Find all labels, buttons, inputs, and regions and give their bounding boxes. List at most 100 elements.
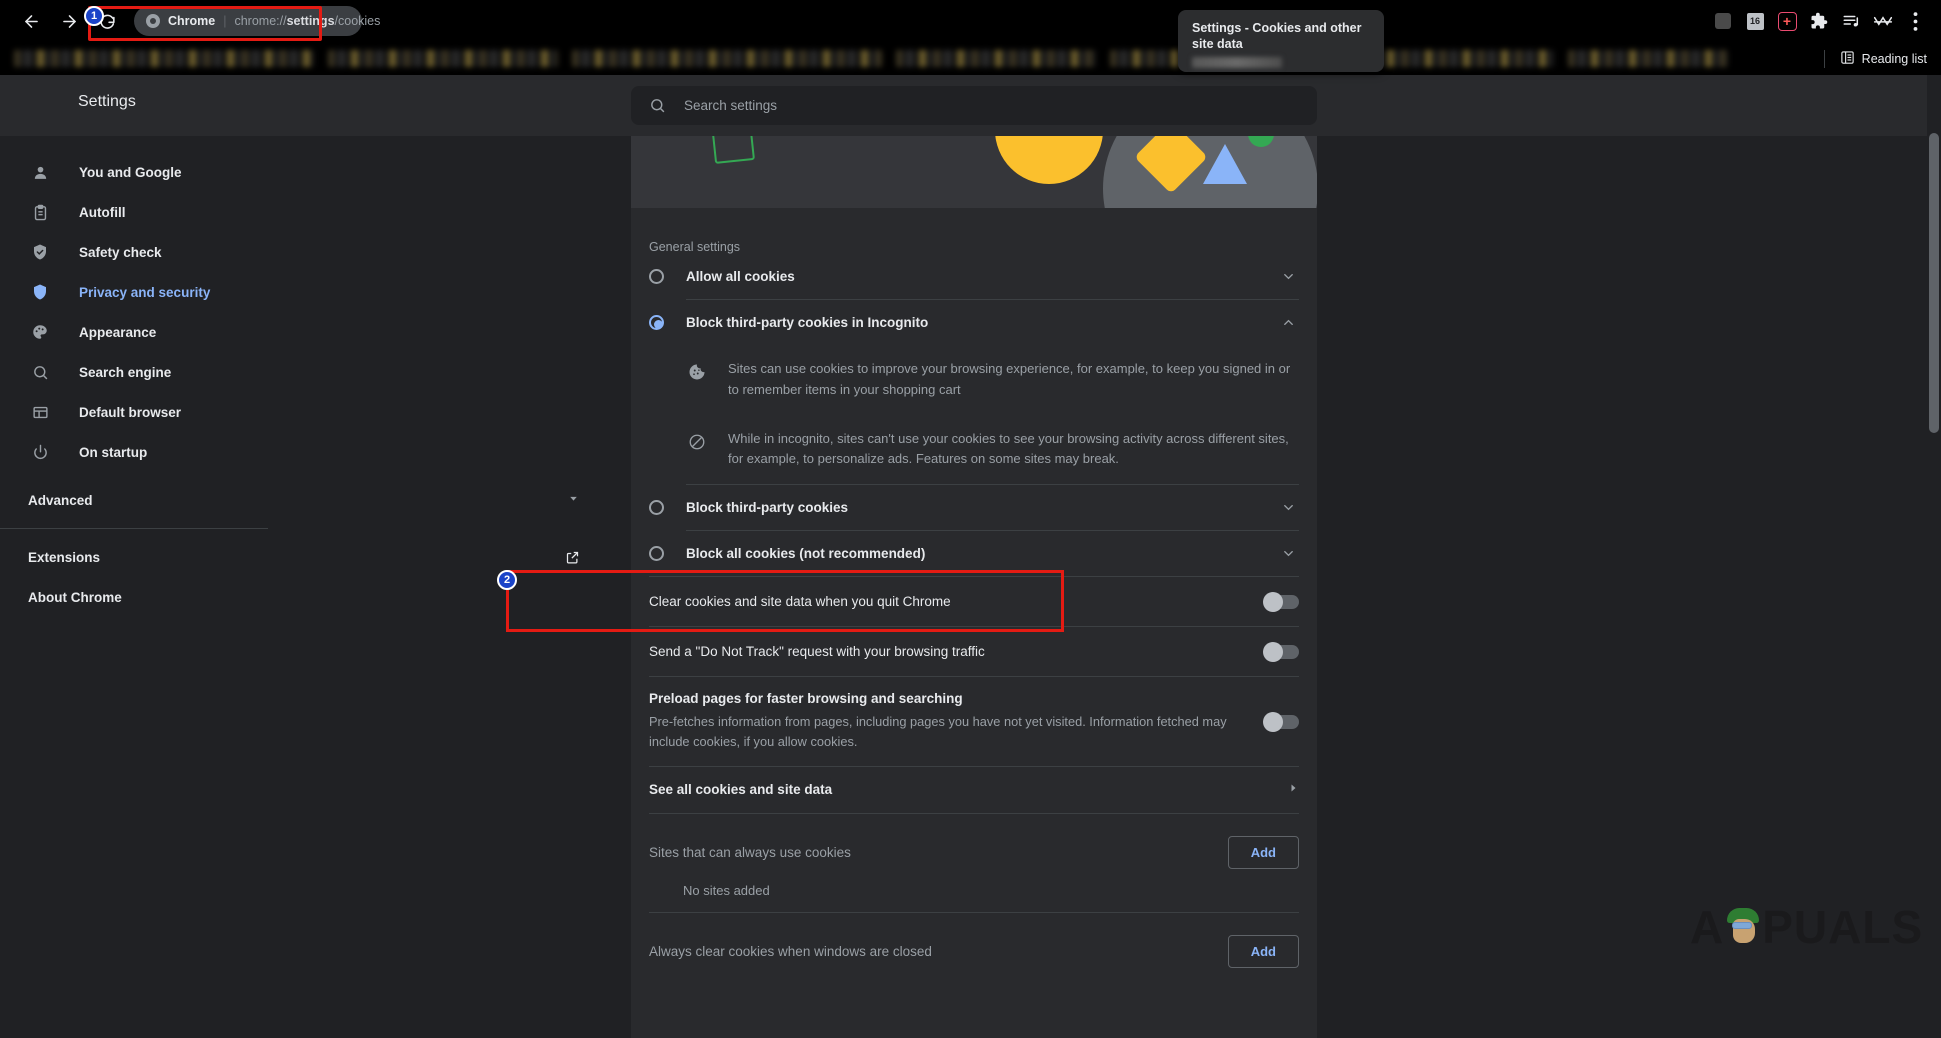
toggle-switch[interactable] [1263,591,1299,612]
search-settings-input[interactable]: Search settings [631,86,1317,125]
page-scrollbar[interactable] [1927,75,1941,1038]
step-badge-1: 1 [84,6,104,26]
chevron-down-icon[interactable] [1277,497,1299,519]
search-icon [28,360,52,384]
extensions-puzzle-icon[interactable] [1805,7,1833,35]
sidebar-item-search-engine[interactable]: Search engine [0,352,640,392]
sidebar-item-label: Safety check [79,244,162,260]
sidebar-item-appearance[interactable]: Appearance [0,312,640,352]
forward-icon[interactable] [52,4,86,38]
shield-check-icon [28,240,52,264]
browser-toolbar: Chrome | chrome://settings/cookies 16 + [0,0,1941,42]
search-icon [649,97,666,114]
option-block-third-party-incognito[interactable]: Block third-party cookies in Incognito [631,300,1317,345]
sidebar-item-default-browser[interactable]: Default browser [0,392,640,432]
sidebar-item-privacy-and-security[interactable]: Privacy and security [0,272,640,312]
chevron-down-icon [567,492,580,508]
sidebar-item-on-startup[interactable]: On startup [0,432,640,472]
bookmark-item[interactable] [896,50,1096,67]
palette-icon [28,320,52,344]
page-title: Settings [78,93,136,110]
toggle-switch[interactable] [1263,711,1299,732]
option-label: Block all cookies (not recommended) [686,546,926,562]
cookies-illustration [631,136,1317,208]
chevron-down-icon[interactable] [1277,266,1299,288]
bookmarks-bar: Reading list [0,42,1941,75]
sidebar-item-advanced[interactable]: Advanced [0,480,640,520]
tab-tooltip: Settings - Cookies and other site data [1178,10,1384,72]
settings-page: Settings Search settings You and Google [0,75,1941,1038]
sidebar-extensions-label: Extensions [28,549,101,565]
sidebar-item-label: Default browser [79,404,182,420]
url-suffix: /cookies [334,14,381,28]
sidebar-item-label: Privacy and security [79,284,211,300]
setting-preload-pages[interactable]: Preload pages for faster browsing and se… [631,677,1317,766]
option-block-all-cookies[interactable]: Block all cookies (not recommended) [631,531,1317,576]
sidebar-item-extensions[interactable]: Extensions [0,537,640,577]
link-see-all-cookies[interactable]: See all cookies and site data [631,767,1317,813]
sidebar-item-you-and-google[interactable]: You and Google [0,152,640,192]
preload-subtitle: Pre-fetches information from pages, incl… [649,714,1227,750]
incognito-detail-cookies: Sites can use cookies to improve your br… [631,345,1317,415]
wave-icon[interactable] [1869,7,1897,35]
sidebar-item-about-chrome[interactable]: About Chrome [0,577,640,617]
bookmark-item[interactable] [14,50,314,67]
section-sites-always-allow: Sites that can always use cookies Add [631,814,1317,877]
link-label: See all cookies and site data [649,782,833,798]
omnibox-url: chrome://settings/cookies [234,14,380,28]
toggle-switch[interactable] [1263,641,1299,662]
setting-do-not-track[interactable]: Send a "Do Not Track" request with your … [631,627,1317,676]
sidebar-about-label: About Chrome [28,589,122,605]
red-plus-extension-icon[interactable]: + [1773,7,1801,35]
profile-chip-icon[interactable] [1709,7,1737,35]
bookmark-item[interactable] [572,50,882,67]
blocked-icon [686,431,708,453]
radio-button[interactable] [649,546,664,562]
chevron-right-icon [1287,782,1299,797]
cookie-settings-body: General settings Allow all cookies Block… [631,208,1317,976]
url-prefix: chrome:// [234,14,287,28]
setting-label: Send a "Do Not Track" request with your … [649,644,985,660]
yellow-circle-shape [995,136,1103,184]
window-icon [28,400,52,424]
blue-triangle-shape [1203,144,1247,184]
chevron-up-icon[interactable] [1277,312,1299,334]
badge-16-icon[interactable]: 16 [1741,7,1769,35]
reading-list-label: Reading list [1861,51,1927,66]
tab-tooltip-title: Settings - Cookies and other site data [1192,21,1362,52]
bookmark-item[interactable] [328,50,558,67]
sidebar-item-label: Search engine [79,364,172,380]
back-icon[interactable] [14,4,48,38]
section-always-clear: Always clear cookies when windows are cl… [631,913,1317,976]
chrome-menu-icon[interactable] [1901,7,1929,35]
sidebar-item-safety-check[interactable]: Safety check [0,232,640,272]
chevron-down-icon[interactable] [1277,543,1299,565]
sidebar-advanced-label: Advanced [28,492,93,508]
sidebar-item-label: On startup [79,444,148,460]
search-placeholder: Search settings [684,98,778,113]
toolbar-divider [1823,49,1825,68]
radio-button[interactable] [649,500,664,516]
radio-button-selected[interactable] [649,315,664,330]
option-allow-all-cookies[interactable]: Allow all cookies [631,254,1317,299]
reading-list-icon [1840,50,1855,68]
clipboard-icon [28,200,52,224]
add-clear-site-button[interactable]: Add [1227,934,1299,968]
reading-list-button[interactable]: Reading list [1823,49,1941,68]
option-block-third-party-cookies[interactable]: Block third-party cookies [631,485,1317,530]
person-icon [28,160,52,184]
navigation-buttons [0,4,124,38]
cookie-icon [686,361,708,383]
radio-button[interactable] [649,269,664,284]
shield-icon [28,280,52,304]
bookmark-item[interactable] [1364,50,1554,67]
playlist-icon[interactable] [1837,7,1865,35]
bookmark-item[interactable] [1568,50,1728,67]
incognito-detail-text: While in incognito, sites can't use your… [728,430,1289,467]
setting-clear-cookies-on-quit[interactable]: Clear cookies and site data when you qui… [631,577,1317,626]
add-allow-site-button[interactable]: Add [1227,835,1299,869]
scrollbar-thumb[interactable] [1929,133,1939,433]
power-icon [28,440,52,464]
address-bar[interactable]: Chrome | chrome://settings/cookies [134,6,380,36]
sidebar-item-autofill[interactable]: Autofill [0,192,640,232]
